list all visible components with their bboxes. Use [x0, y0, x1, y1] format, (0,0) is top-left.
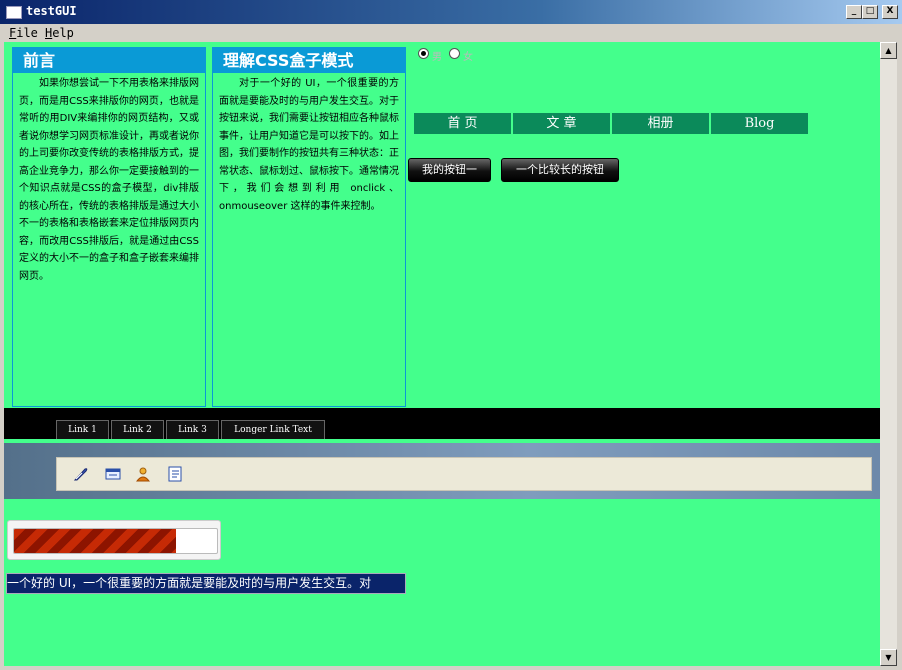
preface-box: 前言 如果你想尝试一下不用表格来排版网页，而是用CSS来排版你的网页，也就是常听…: [12, 47, 206, 407]
progress-bar: [7, 520, 221, 560]
content-area: 前言 如果你想尝试一下不用表格来排版网页，而是用CSS来排版你的网页，也就是常听…: [4, 42, 880, 666]
longer-button[interactable]: 一个比较长的按钮: [501, 158, 619, 182]
nav-blog[interactable]: Blog: [711, 113, 808, 134]
link-longer[interactable]: Longer Link Text: [221, 420, 325, 439]
link-tab-bar: Link 1 Link 2 Link 3 Longer Link Text: [4, 408, 880, 439]
link-3[interactable]: Link 3: [166, 420, 219, 439]
window-title: testGUI: [26, 4, 77, 18]
box-model-heading: 理解CSS盒子模式: [213, 48, 405, 73]
box-model-box: 理解CSS盒子模式 对于一个好的 UI，一个很重要的方面就是要能及时的与用户发生…: [212, 47, 406, 407]
my-button-one[interactable]: 我的按钮一: [408, 158, 491, 182]
radio-female-label: 女: [463, 52, 473, 63]
minimize-button[interactable]: _: [846, 5, 862, 19]
vertical-scrollbar[interactable]: ▲ ▼: [880, 42, 897, 666]
progress-track: [13, 528, 218, 554]
maximize-button[interactable]: □: [862, 5, 878, 19]
menu-help[interactable]: Help: [45, 26, 74, 40]
link-2[interactable]: Link 2: [111, 420, 164, 439]
radio-female[interactable]: [449, 48, 460, 59]
title-bar: testGUI _ □ X: [0, 0, 902, 24]
marquee-text: 一个好的 UI，一个很重要的方面就是要能及时的与用户发生交互。对: [6, 573, 406, 594]
checklist-icon[interactable]: [167, 466, 183, 482]
toolbar-strip: [4, 443, 880, 499]
scroll-down-arrow[interactable]: ▼: [880, 649, 897, 666]
menu-bar: File Help: [0, 24, 902, 42]
nav-home[interactable]: 首 页: [414, 113, 511, 134]
preface-heading: 前言: [13, 48, 205, 73]
id-card-icon[interactable]: [105, 466, 121, 482]
icon-toolbar: [56, 457, 872, 491]
nav-menu: 首 页 文 章 相册 Blog: [414, 113, 810, 134]
close-button[interactable]: X: [882, 5, 898, 19]
feather-pen-icon[interactable]: [73, 466, 89, 482]
link-1[interactable]: Link 1: [56, 420, 109, 439]
scroll-up-arrow[interactable]: ▲: [880, 42, 897, 59]
preface-text: 如果你想尝试一下不用表格来排版网页，而是用CSS来排版你的网页，也就是常听的用D…: [19, 78, 199, 282]
radio-male-label: 男: [432, 52, 442, 63]
nav-articles[interactable]: 文 章: [513, 113, 610, 134]
user-icon[interactable]: [135, 466, 151, 482]
nav-album[interactable]: 相册: [612, 113, 709, 134]
menu-file[interactable]: File: [9, 26, 38, 40]
progress-fill: [14, 529, 177, 553]
radio-male[interactable]: [418, 48, 429, 59]
app-icon: [6, 6, 22, 19]
box-model-text: 对于一个好的 UI，一个很重要的方面就是要能及时的与用户发生交互。对于按钮来说，…: [219, 78, 399, 212]
